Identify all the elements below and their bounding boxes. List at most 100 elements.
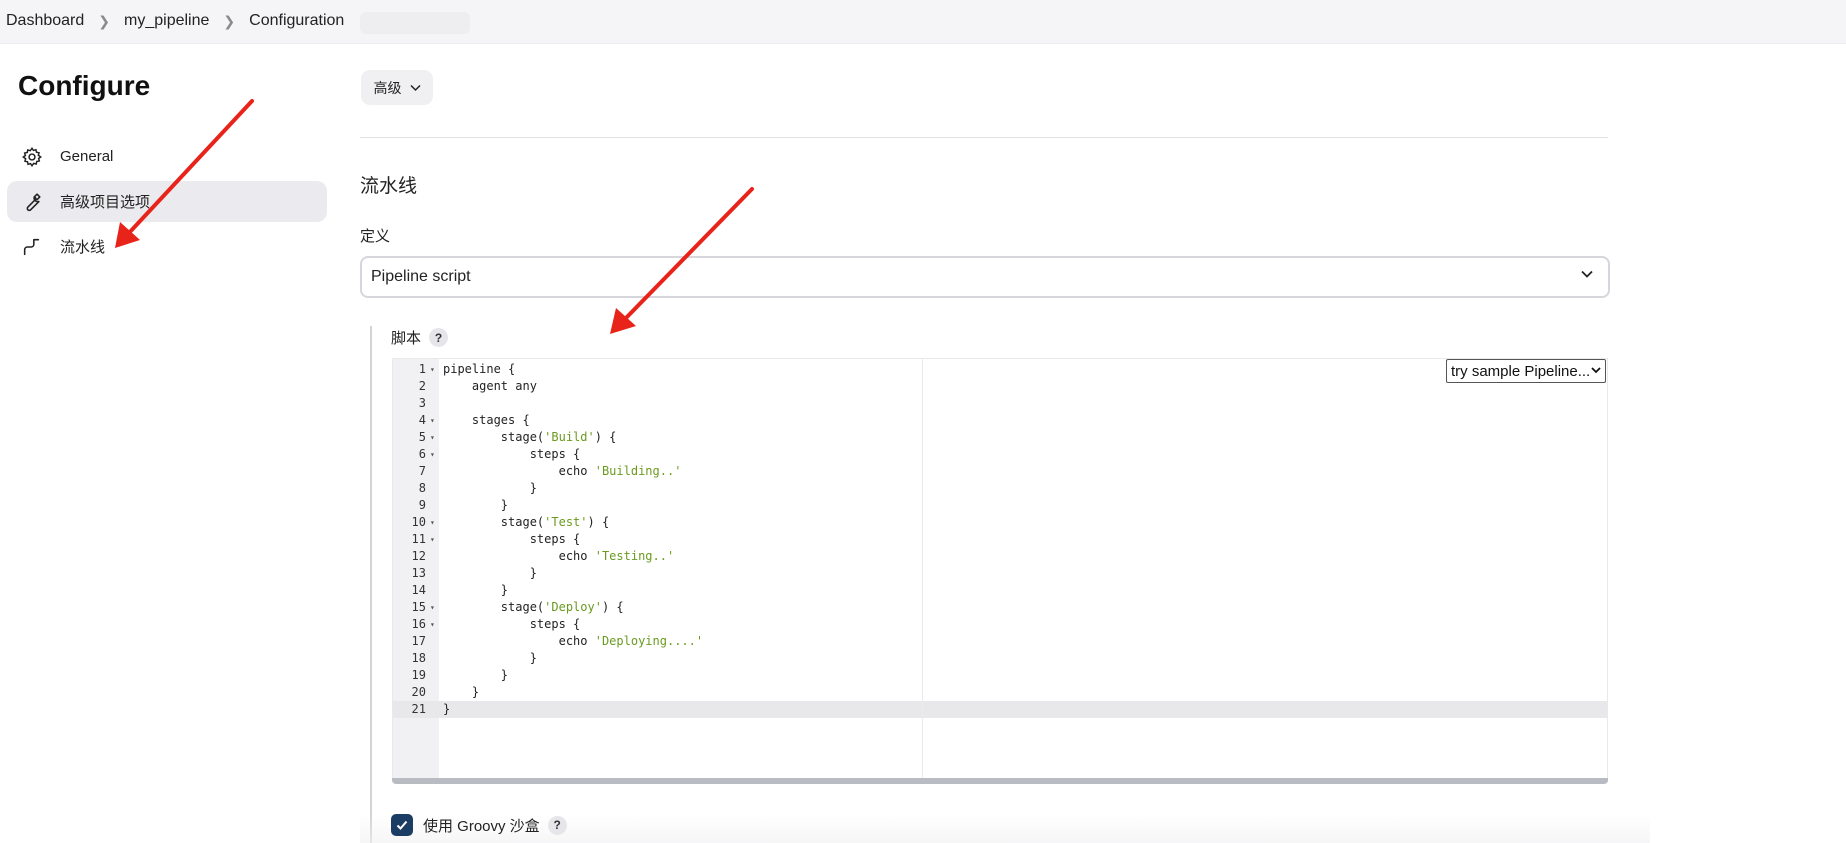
checkmark-icon: [396, 820, 408, 830]
help-icon[interactable]: ?: [429, 328, 449, 347]
line-number: 9: [418, 498, 426, 512]
sidebar-item-general[interactable]: General: [7, 136, 327, 177]
code-text: stage('Deploy') {: [443, 600, 624, 614]
code-line[interactable]: 19 }: [393, 667, 1607, 684]
line-number: 15: [411, 600, 426, 614]
line-number: 1: [418, 362, 426, 376]
code-line[interactable]: 1 ▾ pipeline {: [393, 361, 1607, 378]
top-bar: Dashboard ❯ my_pipeline ❯ Configuration: [0, 0, 1846, 44]
code-text: }: [443, 498, 509, 512]
definition-select-value: Pipeline script: [371, 268, 471, 285]
chevron-down-icon: [1590, 363, 1602, 380]
chevron-down-icon: [409, 81, 421, 95]
code-line[interactable]: 12 echo 'Testing..': [393, 548, 1607, 565]
line-number: 21: [411, 702, 426, 716]
code-line[interactable]: 8 }: [393, 480, 1607, 497]
code-text: echo 'Deploying....': [443, 634, 704, 648]
gear-icon: [21, 146, 43, 168]
line-number: 14: [411, 583, 426, 597]
code-text: }: [443, 685, 480, 699]
code-text: }: [443, 651, 537, 665]
fold-toggle-icon[interactable]: ▾: [430, 429, 435, 446]
line-number: 4: [418, 413, 426, 427]
fold-toggle-icon[interactable]: ▾: [430, 361, 435, 378]
code-text: echo 'Building..': [443, 464, 682, 478]
code-line[interactable]: 21}: [393, 701, 1607, 718]
chevron-right-icon: ❯: [98, 12, 111, 29]
fold-toggle-icon[interactable]: ▾: [430, 446, 435, 463]
code-line[interactable]: 14 }: [393, 582, 1607, 599]
editor-print-margin: [922, 358, 923, 778]
code-line[interactable]: 5 ▾ stage('Build') {: [393, 429, 1607, 446]
code-text: stages {: [443, 413, 530, 427]
breadcrumb: Dashboard ❯ my_pipeline ❯ Configuration: [6, 12, 344, 30]
line-number: 12: [411, 549, 426, 563]
code-text: }: [443, 583, 509, 597]
sidebar-item-label: General: [60, 148, 114, 165]
fold-toggle-icon[interactable]: ▾: [430, 531, 435, 548]
blurred-placeholder: [360, 12, 470, 34]
line-number: 7: [418, 464, 426, 478]
advanced-button-label: 高级: [373, 79, 402, 96]
code-line[interactable]: 3: [393, 395, 1607, 412]
groovy-sandbox-row: 使用 Groovy 沙盒 ?: [391, 814, 567, 836]
line-number: 20: [411, 685, 426, 699]
fold-toggle-icon[interactable]: ▾: [430, 616, 435, 633]
try-sample-pipeline-select[interactable]: try sample Pipeline...: [1446, 359, 1606, 383]
code-line[interactable]: 15 ▾ stage('Deploy') {: [393, 599, 1607, 616]
code-line[interactable]: 10 ▾ stage('Test') {: [393, 514, 1607, 531]
code-line[interactable]: 13 }: [393, 565, 1607, 582]
code-line[interactable]: 20 }: [393, 684, 1607, 701]
line-number: 5: [418, 430, 426, 444]
code-line[interactable]: 18 }: [393, 650, 1607, 667]
code-line[interactable]: 16 ▾ steps {: [393, 616, 1607, 633]
sidebar-item-advanced-options[interactable]: 高级项目选项: [7, 181, 327, 222]
code-text: stage('Test') {: [443, 515, 610, 529]
fold-toggle-icon[interactable]: ▾: [430, 599, 435, 616]
chevron-right-icon: ❯: [223, 12, 236, 29]
line-number: 17: [411, 634, 426, 648]
code-line[interactable]: 4 ▾ stages {: [393, 412, 1607, 429]
sidebar-item-pipeline[interactable]: 流水线: [7, 226, 327, 267]
code-text: echo 'Testing..': [443, 549, 675, 563]
chevron-down-icon: [1580, 267, 1594, 286]
code-line[interactable]: 17 echo 'Deploying....': [393, 633, 1607, 650]
help-icon[interactable]: ?: [547, 815, 567, 835]
line-number: 8: [418, 481, 426, 495]
groovy-sandbox-checkbox[interactable]: [391, 814, 413, 836]
line-number: 11: [411, 532, 426, 546]
code-text: stage('Build') {: [443, 430, 617, 444]
code-text: }: [443, 566, 537, 580]
code-line[interactable]: 2 agent any: [393, 378, 1607, 395]
definition-select[interactable]: Pipeline script: [360, 256, 1610, 298]
breadcrumb-my-pipeline[interactable]: my_pipeline: [124, 12, 209, 30]
code-text: agent any: [443, 379, 537, 393]
section-divider: [360, 137, 1608, 138]
code-line[interactable]: 9 }: [393, 497, 1607, 514]
editor-resize-bar[interactable]: [392, 778, 1608, 784]
script-editor[interactable]: 1 ▾ pipeline {2 agent any 3 4 ▾ stages {5 ▾ st…: [392, 358, 1608, 782]
code-line[interactable]: 7 echo 'Building..': [393, 463, 1607, 480]
wrench-icon: [21, 191, 43, 213]
breadcrumb-configuration[interactable]: Configuration: [249, 12, 344, 30]
script-label: 脚本: [391, 330, 422, 347]
page-title: Configure: [18, 70, 151, 101]
line-number: 6: [418, 447, 426, 461]
line-number: 10: [411, 515, 426, 529]
code-line[interactable]: 11 ▾ steps {: [393, 531, 1607, 548]
code-text: steps {: [443, 447, 581, 461]
code-line[interactable]: 6 ▾ steps {: [393, 446, 1607, 463]
code-text: }: [443, 702, 451, 716]
line-number: 3: [418, 396, 426, 410]
fold-toggle-icon[interactable]: ▾: [430, 412, 435, 429]
code-text: steps {: [443, 617, 581, 631]
pipeline-icon: [21, 236, 43, 258]
nested-section-rule: [370, 326, 372, 843]
fold-toggle-icon[interactable]: ▾: [430, 514, 435, 531]
advanced-dropdown-button[interactable]: 高级: [361, 70, 433, 105]
breadcrumb-dashboard[interactable]: Dashboard: [6, 12, 84, 30]
definition-label: 定义: [360, 228, 391, 245]
script-label-row: 脚本 ?: [391, 327, 449, 348]
sidebar-item-label: 高级项目选项: [60, 194, 151, 211]
groovy-sandbox-label: 使用 Groovy 沙盒: [423, 817, 540, 835]
